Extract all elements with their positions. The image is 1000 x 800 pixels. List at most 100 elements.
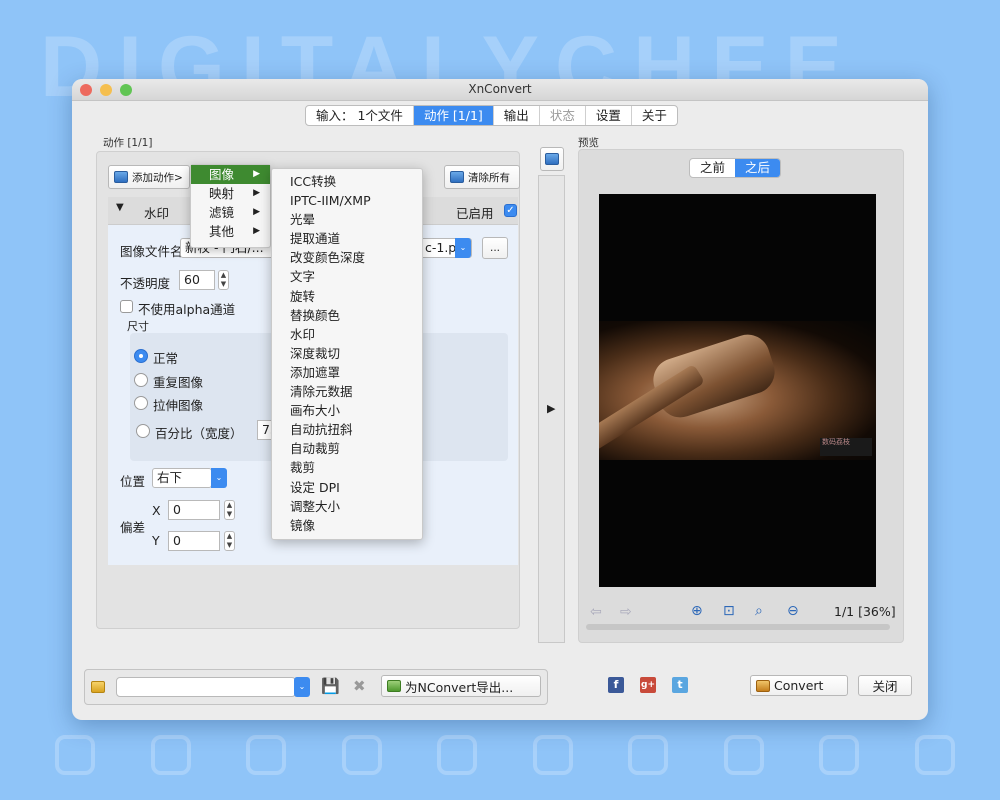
preview-label: 预览 bbox=[578, 137, 599, 149]
offset-label: 偏差 bbox=[120, 520, 146, 535]
gavel-photo: 数码荔枝 bbox=[599, 321, 876, 460]
watermark-logo: 数码荔枝 bbox=[820, 438, 872, 456]
image-file-label: 图像文件名 bbox=[120, 244, 183, 259]
size-stretch-label: 拉伸图像 bbox=[153, 398, 204, 413]
submenu-item-auto-crop[interactable]: 自动裁剪 bbox=[272, 439, 422, 458]
submenu-item-crop[interactable]: 裁剪 bbox=[272, 458, 422, 477]
submenu-item-rotate[interactable]: 旋转 bbox=[272, 287, 422, 306]
google-plus-icon[interactable]: g+ bbox=[640, 677, 656, 693]
x-offset-input[interactable]: 0 bbox=[168, 500, 220, 520]
submenu-item-clear-metadata[interactable]: 清除元数据 bbox=[272, 382, 422, 401]
convert-label: Convert bbox=[774, 678, 824, 693]
submenu-item-text[interactable]: 文字 bbox=[272, 267, 422, 286]
size-normal-radio[interactable] bbox=[134, 349, 148, 363]
y-offset-stepper[interactable]: ▲ ▼ bbox=[224, 531, 235, 551]
position-dropdown-icon[interactable]: ⌄ bbox=[211, 468, 227, 488]
preview-image: 数码荔枝 bbox=[599, 194, 876, 587]
submenu-item-depth-crop[interactable]: 深度裁切 bbox=[272, 344, 422, 363]
tab-settings[interactable]: 设置 bbox=[586, 106, 632, 125]
collapse-triangle-icon[interactable]: ▼ bbox=[116, 202, 124, 213]
submenu-item-resize[interactable]: 调整大小 bbox=[272, 497, 422, 516]
opacity-input[interactable]: 60 bbox=[179, 270, 215, 290]
submenu-arrow-icon: ▶ bbox=[253, 169, 260, 179]
tab-about[interactable]: 关于 bbox=[632, 106, 677, 125]
before-tab[interactable]: 之前 bbox=[690, 159, 735, 177]
after-tab[interactable]: 之后 bbox=[735, 159, 781, 177]
submenu-item-glow[interactable]: 光晕 bbox=[272, 210, 422, 229]
submenu-item-iptc[interactable]: IPTC-IIM/XMP bbox=[272, 191, 422, 210]
size-repeat-label: 重复图像 bbox=[153, 375, 204, 390]
actual-size-icon[interactable]: ⌕ bbox=[755, 603, 763, 619]
zoom-in-icon[interactable]: ⊕ bbox=[691, 603, 703, 619]
menu-item-other[interactable]: 其他 ▶ bbox=[191, 222, 270, 241]
before-after-toggle: 之前 之后 bbox=[689, 158, 782, 178]
actions-section-label: 动作 [1/1] bbox=[103, 137, 153, 149]
submenu-item-color-depth[interactable]: 改变颜色深度 bbox=[272, 248, 422, 267]
twitter-icon[interactable]: t bbox=[672, 677, 688, 693]
tab-actions[interactable]: 动作 [1/1] bbox=[413, 106, 494, 125]
add-action-button[interactable]: 添加动作> bbox=[108, 165, 190, 189]
submenu-item-mirror[interactable]: 镜像 bbox=[272, 516, 422, 535]
image-file-dropdown-icon[interactable]: ⌄ bbox=[455, 238, 471, 258]
percent-input[interactable]: 75 bbox=[257, 420, 271, 440]
menu-item-image[interactable]: 图像 ▶ bbox=[191, 165, 270, 184]
submenu-item-watermark[interactable]: 水印 bbox=[272, 325, 422, 344]
submenu-item-icc[interactable]: ICC转换 bbox=[272, 172, 422, 191]
menu-item-map[interactable]: 映射 ▶ bbox=[191, 184, 270, 203]
preset-dropdown-icon[interactable]: ⌄ bbox=[294, 677, 310, 697]
menu-item-filter[interactable]: 滤镜 ▶ bbox=[191, 203, 270, 222]
zoom-out-icon[interactable]: ⊖ bbox=[787, 603, 799, 619]
no-alpha-label: 不使用alpha通道 bbox=[138, 302, 236, 317]
size-percent-radio[interactable] bbox=[136, 424, 150, 438]
browse-button[interactable]: ... bbox=[482, 237, 508, 259]
fit-window-icon[interactable]: ⊡ bbox=[723, 603, 735, 619]
folder-icon[interactable] bbox=[91, 681, 105, 693]
submenu-arrow-icon: ▶ bbox=[253, 226, 260, 236]
save-icon[interactable]: 💾 bbox=[321, 677, 340, 695]
facebook-icon[interactable]: f bbox=[608, 677, 624, 693]
x-offset-stepper[interactable]: ▲ ▼ bbox=[224, 500, 235, 520]
next-arrow-icon[interactable]: ⇨ bbox=[620, 604, 632, 620]
submenu-item-canvas-size[interactable]: 画布大小 bbox=[272, 401, 422, 420]
convert-icon bbox=[756, 679, 770, 692]
y-label: Y bbox=[152, 533, 160, 548]
zoom-window-button[interactable] bbox=[120, 84, 132, 96]
clear-all-icon bbox=[450, 171, 464, 183]
add-action-icon bbox=[114, 171, 128, 183]
splitter[interactable]: ▶ bbox=[538, 175, 565, 643]
export-nconvert-button[interactable]: 为NConvert导出... bbox=[381, 675, 541, 697]
submenu-item-add-mask[interactable]: 添加遮罩 bbox=[272, 363, 422, 382]
submenu-item-auto-deskew[interactable]: 自动抗扭斜 bbox=[272, 420, 422, 439]
expand-arrow-icon[interactable]: ▶ bbox=[547, 402, 555, 415]
no-alpha-checkbox[interactable] bbox=[120, 300, 133, 313]
close-window-button[interactable] bbox=[80, 84, 92, 96]
size-repeat-radio[interactable] bbox=[134, 373, 148, 387]
tab-status[interactable]: 状态 bbox=[540, 106, 586, 125]
submenu-item-replace-color[interactable]: 替换颜色 bbox=[272, 306, 422, 325]
clear-all-label: 清除所有 bbox=[468, 171, 510, 184]
position-label: 位置 bbox=[120, 474, 146, 489]
clear-all-button[interactable]: 清除所有 bbox=[444, 165, 520, 189]
submenu-item-extract-channel[interactable]: 提取通道 bbox=[272, 229, 422, 248]
opacity-stepper[interactable]: ▲ ▼ bbox=[218, 270, 229, 290]
preset-select[interactable] bbox=[116, 677, 296, 697]
page-info: 1/1 [36%] bbox=[834, 604, 896, 619]
previous-arrow-icon[interactable]: ⇦ bbox=[590, 604, 602, 620]
tab-input[interactable]: 输入： 1个文件 bbox=[306, 106, 414, 125]
export-icon bbox=[387, 680, 401, 692]
close-button[interactable]: 关闭 bbox=[858, 675, 912, 696]
submenu-arrow-icon: ▶ bbox=[253, 207, 260, 217]
minimize-window-button[interactable] bbox=[100, 84, 112, 96]
convert-button[interactable]: Convert bbox=[750, 675, 848, 696]
y-offset-input[interactable]: 0 bbox=[168, 531, 220, 551]
size-stretch-radio[interactable] bbox=[134, 396, 148, 410]
enabled-checkbox[interactable]: ✓ bbox=[504, 204, 517, 217]
bottom-toolbar: ⌄ 💾 ✖ 为NConvert导出... bbox=[84, 669, 548, 705]
preview-scrollbar[interactable] bbox=[586, 624, 890, 630]
export-nconvert-label: 为NConvert导出... bbox=[405, 679, 514, 695]
position-select[interactable]: 右下 bbox=[152, 468, 212, 488]
preview-toggle-button[interactable] bbox=[540, 147, 564, 171]
tab-output[interactable]: 输出 bbox=[494, 106, 540, 125]
submenu-item-set-dpi[interactable]: 设定 DPI bbox=[272, 478, 422, 497]
delete-icon[interactable]: ✖ bbox=[353, 677, 366, 695]
